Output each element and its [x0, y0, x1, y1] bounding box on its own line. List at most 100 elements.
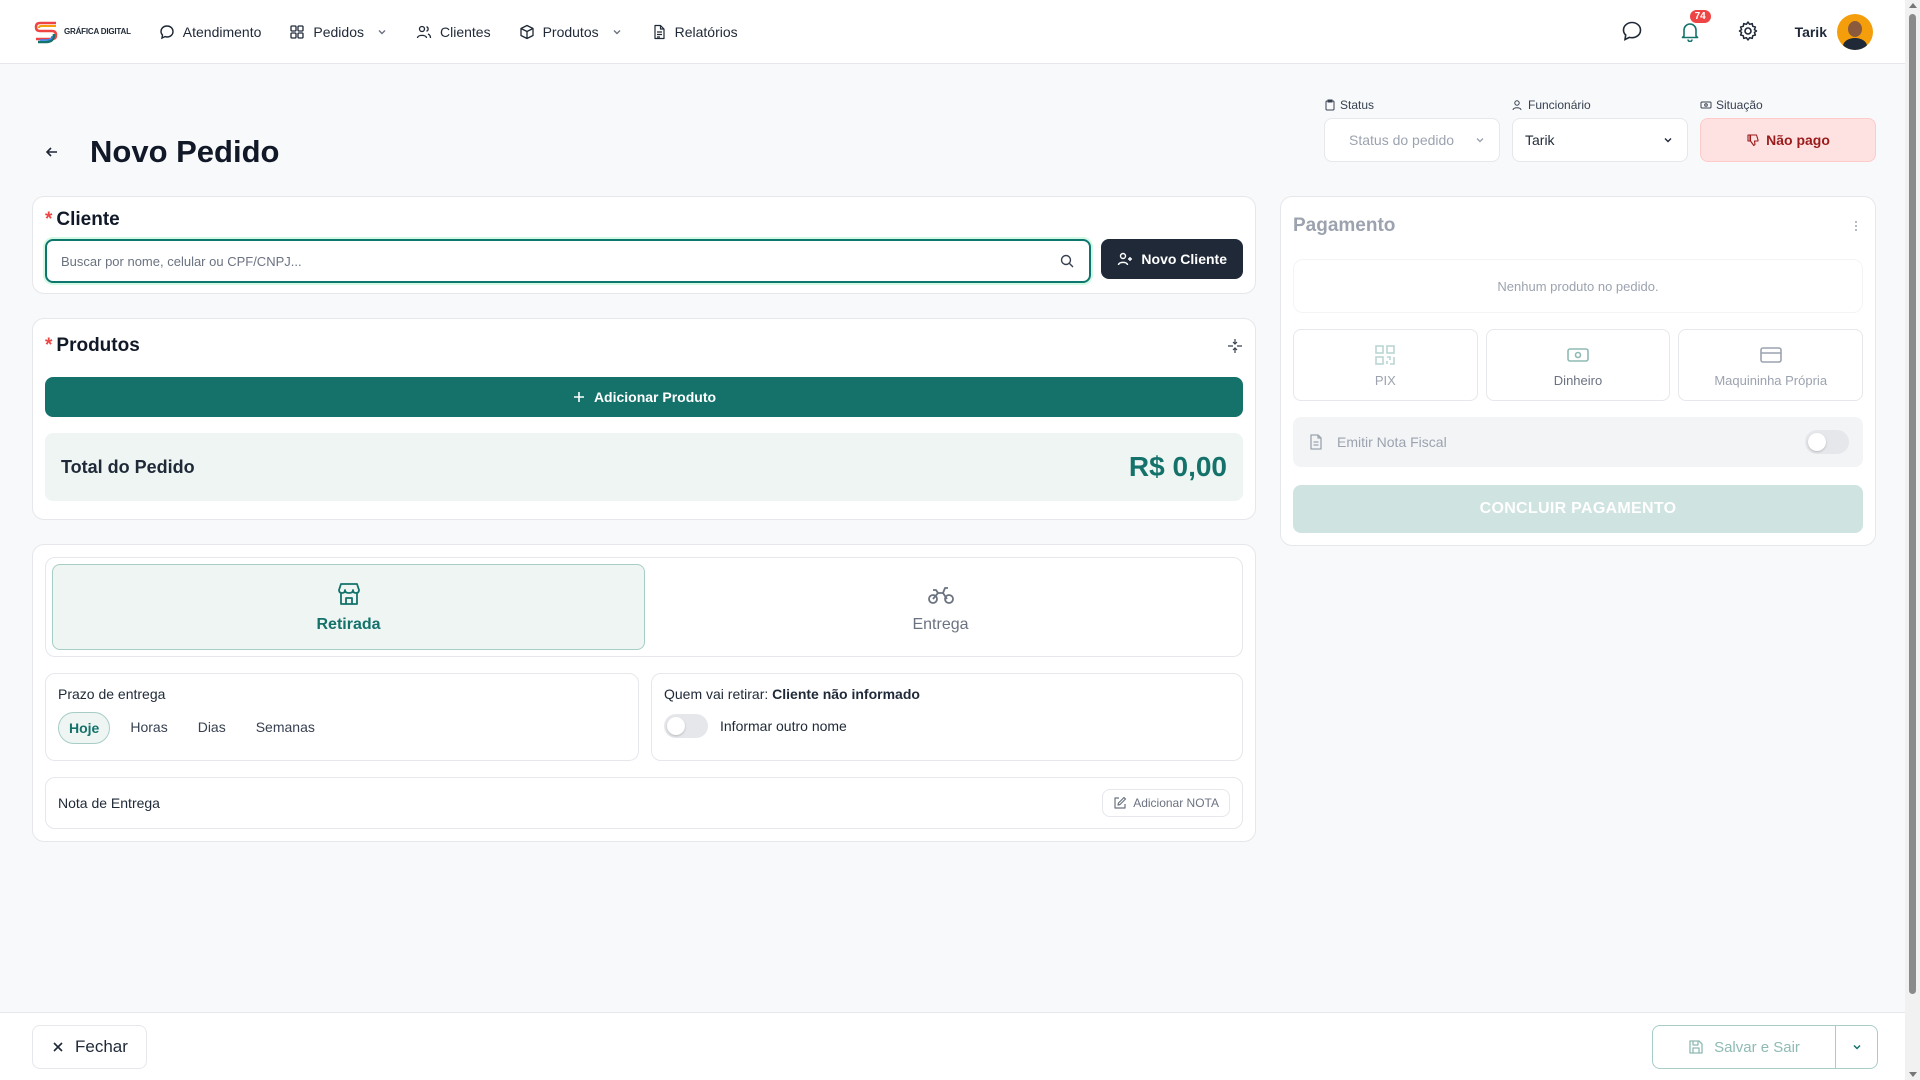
- nav-item-atendimento[interactable]: Atendimento: [159, 23, 262, 40]
- save-and-exit-button[interactable]: Salvar e Sair: [1653, 1026, 1835, 1068]
- employee-filter: Funcionário Tarik: [1512, 98, 1688, 162]
- close-icon: [53, 1042, 63, 1052]
- add-note-button[interactable]: Adicionar NOTA: [1102, 789, 1230, 817]
- header-actions: 74 Tarik: [1621, 9, 1873, 50]
- deadline-option-hours[interactable]: Horas: [120, 712, 177, 744]
- logo[interactable]: GRÁFICA DIGITAL: [32, 18, 131, 46]
- nav-item-pedidos[interactable]: Pedidos: [289, 24, 388, 40]
- total-label: Total do Pedido: [61, 456, 195, 477]
- client-card: *Cliente Novo Cliente: [32, 196, 1256, 294]
- client-search-row: Novo Cliente: [45, 239, 1243, 283]
- user-plus-icon: [1118, 252, 1133, 266]
- pickup-person-box: Quem vai retirar: Cliente não informado …: [651, 673, 1243, 761]
- chevron-down-icon: [378, 29, 386, 34]
- page-title-row: Novo Pedido: [40, 134, 279, 170]
- grid-icon: [290, 24, 305, 39]
- situation-select[interactable]: Não pago: [1700, 118, 1876, 162]
- other-name-toggle[interactable]: [664, 714, 708, 738]
- delivery-note-row: Nota de Entrega Adicionar NOTA: [45, 777, 1243, 829]
- edit-icon: [1114, 796, 1127, 809]
- chevron-down-icon: [1476, 138, 1484, 143]
- scroll-down-arrow-icon[interactable]: [1909, 1072, 1917, 1077]
- search-icon[interactable]: [1059, 253, 1075, 269]
- payment-method-pix[interactable]: PIX: [1293, 329, 1478, 401]
- messages-button[interactable]: [1621, 20, 1645, 44]
- settings-button[interactable]: [1737, 20, 1761, 44]
- nav-item-produtos[interactable]: Produtos: [519, 24, 623, 40]
- document-icon: [1310, 434, 1322, 450]
- payment-method-machine[interactable]: Maquininha Própria: [1678, 329, 1864, 401]
- employee-label: Funcionário: [1512, 98, 1688, 112]
- add-product-button[interactable]: Adicionar Produto: [45, 377, 1243, 417]
- chat-bubble-icon: [160, 24, 174, 39]
- user-name: Tarik: [1794, 23, 1827, 40]
- products-header: * Produtos: [45, 331, 1243, 361]
- delivery-note-label: Nota de Entrega: [58, 795, 160, 811]
- order-total: Total do Pedido R$ 0,00: [45, 433, 1243, 501]
- nav-label: Relatórios: [674, 23, 738, 40]
- deadline-option-today[interactable]: Hoje: [58, 712, 111, 744]
- pickup-person-value: Cliente não informado: [772, 686, 920, 702]
- client-search-box: [45, 239, 1092, 283]
- other-name-row: Informar outro nome: [664, 714, 1230, 738]
- deadline-box: Prazo de entrega Hoje Horas Dias Semanas: [45, 673, 639, 761]
- finish-payment-button[interactable]: CONCLUIR PAGAMENTO: [1293, 485, 1863, 533]
- page-scrollbar[interactable]: [1905, 0, 1920, 1080]
- user-menu[interactable]: Tarik: [1794, 13, 1873, 50]
- clipboard-icon: [1325, 99, 1335, 111]
- payment-empty-state: Nenhum produto no pedido.: [1293, 259, 1863, 313]
- notification-badge: 74: [1689, 9, 1711, 23]
- save-split-button: Salvar e Sair: [1652, 1025, 1878, 1069]
- deadline-option-days[interactable]: Dias: [188, 712, 236, 744]
- user-cog-icon: [1512, 100, 1522, 111]
- more-vertical-icon[interactable]: [1849, 219, 1863, 233]
- nav-label: Clientes: [439, 23, 491, 40]
- invoice-row: Emitir Nota Fiscal: [1293, 417, 1863, 467]
- required-mark: *: [45, 335, 53, 356]
- nav-label: Produtos: [542, 23, 599, 40]
- status-label: Status: [1324, 98, 1500, 112]
- logo-mark-icon: [34, 21, 58, 43]
- nav-label: Atendimento: [182, 23, 262, 40]
- nav-item-relatorios[interactable]: Relatórios: [651, 24, 738, 40]
- expand-icon[interactable]: [1227, 338, 1243, 354]
- scroll-up-arrow-icon[interactable]: [1909, 3, 1917, 8]
- client-title: * Cliente: [45, 209, 120, 230]
- delivery-mode-switch: Retirada Entrega: [45, 557, 1243, 657]
- total-value: R$ 0,00: [1128, 451, 1227, 482]
- nav-label: Pedidos: [313, 23, 364, 40]
- back-button[interactable]: [40, 140, 64, 164]
- document-icon: [654, 24, 665, 39]
- situation-filter: Situação Não pago: [1700, 98, 1876, 162]
- arrow-left-icon: [45, 147, 57, 157]
- gear-icon: [1738, 20, 1757, 41]
- chat-bubble-icon: [1622, 21, 1641, 41]
- logo-text: GRÁFICA DIGITAL: [64, 27, 131, 36]
- save-options-dropdown[interactable]: [1835, 1026, 1877, 1068]
- banknote-icon: [1567, 347, 1589, 362]
- nav-item-clientes[interactable]: Clientes: [416, 24, 491, 40]
- employee-select[interactable]: Tarik: [1512, 118, 1688, 162]
- main-nav: Atendimento Pedidos Clientes Produtos Re…: [159, 24, 738, 40]
- other-name-label: Informar outro nome: [720, 718, 847, 734]
- deadline-option-weeks[interactable]: Semanas: [246, 712, 325, 744]
- invoice-toggle[interactable]: [1805, 430, 1849, 454]
- qr-code-icon: [1375, 344, 1396, 365]
- order-filters: Status Status do pedido Funcionário Tari…: [1324, 98, 1876, 162]
- scroll-thumb[interactable]: [1909, 14, 1916, 994]
- products-card: * Produtos Adicionar Produto Total do Ped…: [32, 318, 1256, 520]
- bell-icon: [1681, 22, 1698, 42]
- delivery-details: Prazo de entrega Hoje Horas Dias Semanas…: [45, 673, 1243, 761]
- new-client-button[interactable]: Novo Cliente: [1101, 239, 1243, 279]
- mode-pickup[interactable]: Retirada: [52, 564, 645, 650]
- required-mark: *: [45, 209, 53, 230]
- delivery-card: Retirada Entrega Prazo de entrega Hoje H…: [32, 544, 1256, 842]
- payment-method-cash[interactable]: Dinheiro: [1485, 329, 1671, 401]
- mode-delivery[interactable]: Entrega: [645, 564, 1236, 650]
- chevron-down-icon: [613, 29, 621, 34]
- client-search-input[interactable]: [61, 253, 1060, 269]
- close-button[interactable]: Fechar: [32, 1025, 147, 1069]
- notifications-button[interactable]: 74: [1679, 9, 1711, 44]
- chevron-down-icon: [1852, 1044, 1861, 1050]
- status-select[interactable]: Status do pedido: [1324, 118, 1500, 162]
